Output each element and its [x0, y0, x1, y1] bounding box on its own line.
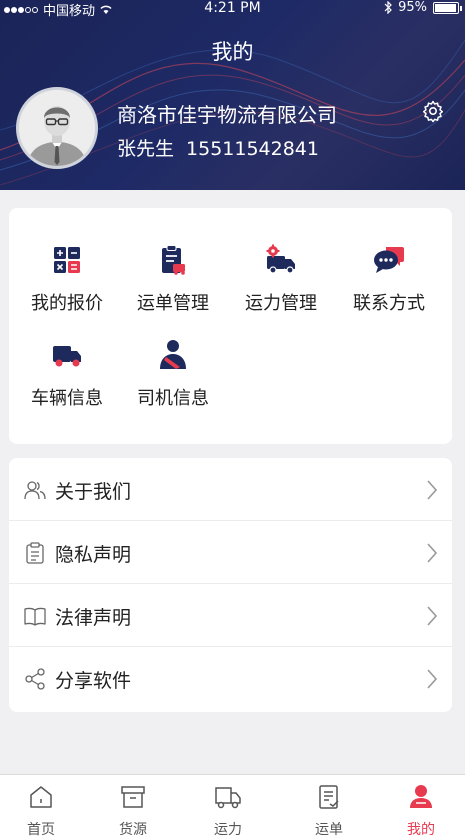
tab-cargo[interactable]: 货源 [93, 783, 173, 838]
person-avatar-icon [19, 90, 95, 166]
menu-item-label: 分享软件 [55, 670, 132, 692]
chat-icon [374, 247, 404, 273]
menu-item-about-us[interactable]: 关于我们 [9, 458, 452, 521]
function-grid: 我的报价 运单管理 运力管理 联系方式 车辆信息 司机信息 [9, 208, 452, 444]
status-bar: 中国移动 4:21 PM 95% [0, 0, 465, 19]
user-name: 张先生 [117, 138, 175, 160]
status-bar-right: 95% [384, 0, 462, 15]
settings-menu: 关于我们 隐私声明 法律声明 分享软件 [9, 458, 452, 712]
menu-item-share[interactable]: 分享软件 [9, 647, 452, 710]
tab-label: 首页 [27, 822, 55, 838]
grid-item-label: 联系方式 [353, 293, 425, 314]
grid-item-waybill-management[interactable]: 运单管理 [118, 243, 228, 315]
tab-waybill[interactable]: 运单 [289, 783, 369, 838]
grid-item-capacity-management[interactable]: 运力管理 [226, 243, 336, 315]
truck-icon [215, 787, 241, 809]
grid-item-label: 司机信息 [137, 388, 209, 409]
user-phone: 15511542841 [186, 138, 319, 160]
menu-item-label: 关于我们 [55, 481, 132, 503]
chevron-right-icon [427, 480, 438, 500]
grid-item-label: 运力管理 [245, 293, 317, 314]
tab-label: 货源 [119, 822, 147, 838]
tab-label: 运力 [214, 822, 242, 838]
battery-icon [433, 1, 462, 14]
book-icon [24, 607, 46, 626]
chevron-right-icon [427, 606, 438, 626]
bluetooth-icon [384, 1, 392, 14]
profile-icon [410, 785, 432, 808]
grid-item-label: 车辆信息 [31, 388, 103, 409]
chevron-right-icon [427, 543, 438, 563]
avatar[interactable] [16, 87, 98, 169]
menu-item-label: 隐私声明 [55, 544, 132, 566]
tab-label: 运单 [315, 822, 343, 838]
tab-label: 我的 [407, 822, 435, 838]
driver-icon [160, 340, 186, 369]
company-name: 商洛市佳宇物流有限公司 [117, 103, 337, 127]
menu-item-label: 法律声明 [55, 607, 132, 629]
page-title: 我的 [211, 40, 254, 64]
people-icon [24, 481, 46, 500]
share-icon [25, 668, 45, 690]
truck-gear-icon [266, 244, 295, 274]
profile-header: 中国移动 4:21 PM 95% 我的 商洛市佳宇物流有限公司 张先生 15511… [0, 0, 465, 190]
menu-item-legal[interactable]: 法律声明 [9, 584, 452, 647]
battery-percent: 95% [398, 0, 427, 15]
home-icon [30, 786, 52, 808]
grid-item-contact[interactable]: 联系方式 [334, 243, 444, 315]
truck-icon [53, 346, 81, 367]
tab-home[interactable]: 首页 [1, 783, 81, 838]
grid-item-label: 运单管理 [137, 293, 209, 314]
tab-mine[interactable]: 我的 [381, 783, 461, 838]
grid-item-driver-info[interactable]: 司机信息 [118, 338, 228, 410]
calculator-icon [54, 247, 80, 273]
grid-item-label: 我的报价 [31, 293, 103, 314]
settings-gear-icon[interactable] [421, 99, 445, 123]
user-info: 张先生 15511542841 [117, 134, 319, 161]
chevron-right-icon [427, 669, 438, 689]
bottom-tab-bar: 首页 货源 运力 运单 我的 [0, 774, 465, 838]
document-icon [319, 785, 339, 809]
box-icon [121, 786, 145, 808]
tab-capacity[interactable]: 运力 [188, 783, 268, 838]
grid-item-my-quote[interactable]: 我的报价 [12, 243, 122, 315]
waybill-icon [162, 245, 185, 275]
clipboard-icon [26, 542, 44, 564]
grid-item-vehicle-info[interactable]: 车辆信息 [12, 338, 122, 410]
menu-item-privacy[interactable]: 隐私声明 [9, 521, 452, 584]
